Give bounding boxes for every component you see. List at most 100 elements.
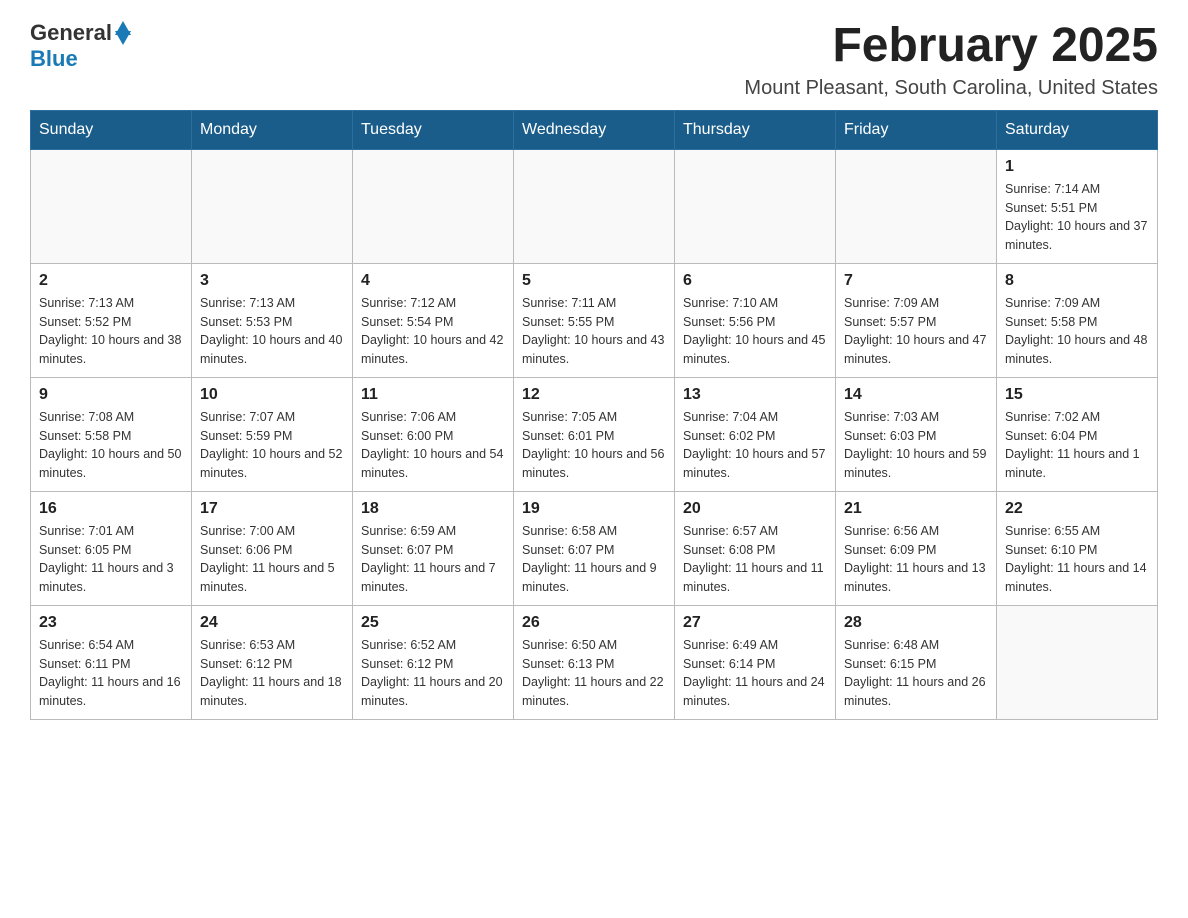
day-number: 17: [200, 500, 344, 518]
day-number: 16: [39, 500, 183, 518]
calendar-cell: 24Sunrise: 6:53 AM Sunset: 6:12 PM Dayli…: [192, 605, 353, 719]
day-info: Sunrise: 7:02 AM Sunset: 6:04 PM Dayligh…: [1005, 408, 1149, 483]
calendar-cell: 21 Sunrise: 6:56 AM Sunset: 6:09 PM Dayli…: [836, 491, 997, 605]
calendar-cell: 14Sunrise: 7:03 AM Sunset: 6:03 PM Dayli…: [836, 377, 997, 491]
calendar-cell: 3 Sunrise: 7:13 AM Sunset: 5:53 PM Daylig…: [192, 263, 353, 377]
logo: General Blue: [30, 20, 131, 72]
weekday-header-sunday: Sunday: [31, 110, 192, 149]
day-number: 26: [522, 614, 666, 632]
day-number: 5: [522, 272, 666, 290]
day-number: 15: [1005, 386, 1149, 404]
weekday-header-wednesday: Wednesday: [514, 110, 675, 149]
day-number: 3: [200, 272, 344, 290]
day-number: 10: [200, 386, 344, 404]
week-row-3: 9 Sunrise: 7:08 AM Sunset: 5:58 PM Daylig…: [31, 377, 1158, 491]
day-info: Sunrise: 6:56 AM Sunset: 6:09 PM Dayligh…: [844, 522, 988, 597]
day-info: Sunrise: 7:01 AM Sunset: 6:05 PM Dayligh…: [39, 522, 183, 597]
day-number: 13: [683, 386, 827, 404]
calendar-cell: 28Sunrise: 6:48 AM Sunset: 6:15 PM Dayli…: [836, 605, 997, 719]
week-row-4: 16 Sunrise: 7:01 AM Sunset: 6:05 PM Dayli…: [31, 491, 1158, 605]
calendar-cell: 5Sunrise: 7:11 AM Sunset: 5:55 PM Daylig…: [514, 263, 675, 377]
day-number: 12: [522, 386, 666, 404]
day-info: Sunrise: 6:49 AM Sunset: 6:14 PM Dayligh…: [683, 636, 827, 711]
calendar-cell: 27 Sunrise: 6:49 AM Sunset: 6:14 PM Dayli…: [675, 605, 836, 719]
day-info: Sunrise: 7:09 AM Sunset: 5:58 PM Dayligh…: [1005, 294, 1149, 369]
calendar-cell: 22Sunrise: 6:55 AM Sunset: 6:10 PM Dayli…: [997, 491, 1158, 605]
page-title: February 2025: [744, 20, 1158, 73]
calendar-cell: 25 Sunrise: 6:52 AM Sunset: 6:12 PM Dayli…: [353, 605, 514, 719]
day-info: Sunrise: 7:13 AM Sunset: 5:53 PM Dayligh…: [200, 294, 344, 369]
weekday-header-friday: Friday: [836, 110, 997, 149]
day-number: 20: [683, 500, 827, 518]
calendar-cell: 26 Sunrise: 6:50 AM Sunset: 6:13 PM Dayli…: [514, 605, 675, 719]
title-block: February 2025 Mount Pleasant, South Caro…: [744, 20, 1158, 100]
calendar-cell: 1 Sunrise: 7:14 AM Sunset: 5:51 PM Daylig…: [997, 149, 1158, 263]
calendar-cell: [836, 149, 997, 263]
calendar-cell: [997, 605, 1158, 719]
day-info: Sunrise: 7:07 AM Sunset: 5:59 PM Dayligh…: [200, 408, 344, 483]
page-header: General Blue February 2025 Mount Pleasan…: [30, 20, 1158, 100]
day-number: 23: [39, 614, 183, 632]
weekday-header-thursday: Thursday: [675, 110, 836, 149]
calendar-cell: 23 Sunrise: 6:54 AM Sunset: 6:11 PM Dayli…: [31, 605, 192, 719]
day-number: 19: [522, 500, 666, 518]
calendar-table: SundayMondayTuesdayWednesdayThursdayFrid…: [30, 110, 1158, 720]
week-row-2: 2 Sunrise: 7:13 AM Sunset: 5:52 PM Daylig…: [31, 263, 1158, 377]
day-number: 7: [844, 272, 988, 290]
day-info: Sunrise: 7:04 AM Sunset: 6:02 PM Dayligh…: [683, 408, 827, 483]
day-number: 27: [683, 614, 827, 632]
day-number: 24: [200, 614, 344, 632]
day-info: Sunrise: 7:14 AM Sunset: 5:51 PM Dayligh…: [1005, 180, 1149, 255]
calendar-cell: 18 Sunrise: 6:59 AM Sunset: 6:07 PM Dayli…: [353, 491, 514, 605]
day-number: 1: [1005, 158, 1149, 176]
day-info: Sunrise: 6:57 AM Sunset: 6:08 PM Dayligh…: [683, 522, 827, 597]
day-info: Sunrise: 7:00 AM Sunset: 6:06 PM Dayligh…: [200, 522, 344, 597]
calendar-cell: 7 Sunrise: 7:09 AM Sunset: 5:57 PM Daylig…: [836, 263, 997, 377]
calendar-cell: 19 Sunrise: 6:58 AM Sunset: 6:07 PM Dayli…: [514, 491, 675, 605]
day-number: 9: [39, 386, 183, 404]
day-info: Sunrise: 6:50 AM Sunset: 6:13 PM Dayligh…: [522, 636, 666, 711]
calendar-cell: 12 Sunrise: 7:05 AM Sunset: 6:01 PM Dayli…: [514, 377, 675, 491]
day-number: 8: [1005, 272, 1149, 290]
day-info: Sunrise: 7:10 AM Sunset: 5:56 PM Dayligh…: [683, 294, 827, 369]
week-row-1: 1 Sunrise: 7:14 AM Sunset: 5:51 PM Daylig…: [31, 149, 1158, 263]
day-info: Sunrise: 7:03 AM Sunset: 6:03 PM Dayligh…: [844, 408, 988, 483]
day-info: Sunrise: 7:05 AM Sunset: 6:01 PM Dayligh…: [522, 408, 666, 483]
logo-text-general: General: [30, 20, 112, 46]
day-info: Sunrise: 7:09 AM Sunset: 5:57 PM Dayligh…: [844, 294, 988, 369]
day-number: 21: [844, 500, 988, 518]
calendar-cell: 9 Sunrise: 7:08 AM Sunset: 5:58 PM Daylig…: [31, 377, 192, 491]
day-info: Sunrise: 6:59 AM Sunset: 6:07 PM Dayligh…: [361, 522, 505, 597]
calendar-cell: [192, 149, 353, 263]
calendar-cell: 2 Sunrise: 7:13 AM Sunset: 5:52 PM Daylig…: [31, 263, 192, 377]
day-info: Sunrise: 6:58 AM Sunset: 6:07 PM Dayligh…: [522, 522, 666, 597]
calendar-cell: 4 Sunrise: 7:12 AM Sunset: 5:54 PM Daylig…: [353, 263, 514, 377]
weekday-header-row: SundayMondayTuesdayWednesdayThursdayFrid…: [31, 110, 1158, 149]
calendar-cell: 15 Sunrise: 7:02 AM Sunset: 6:04 PM Dayli…: [997, 377, 1158, 491]
calendar-cell: [353, 149, 514, 263]
calendar-cell: 8 Sunrise: 7:09 AM Sunset: 5:58 PM Daylig…: [997, 263, 1158, 377]
calendar-cell: 17 Sunrise: 7:00 AM Sunset: 6:06 PM Dayli…: [192, 491, 353, 605]
calendar-cell: 16 Sunrise: 7:01 AM Sunset: 6:05 PM Dayli…: [31, 491, 192, 605]
logo-text-blue: Blue: [30, 46, 78, 72]
day-number: 2: [39, 272, 183, 290]
day-number: 6: [683, 272, 827, 290]
day-info: Sunrise: 7:08 AM Sunset: 5:58 PM Dayligh…: [39, 408, 183, 483]
calendar-cell: [31, 149, 192, 263]
weekday-header-tuesday: Tuesday: [353, 110, 514, 149]
weekday-header-monday: Monday: [192, 110, 353, 149]
day-info: Sunrise: 6:54 AM Sunset: 6:11 PM Dayligh…: [39, 636, 183, 711]
calendar-cell: 10 Sunrise: 7:07 AM Sunset: 5:59 PM Dayli…: [192, 377, 353, 491]
day-info: Sunrise: 7:13 AM Sunset: 5:52 PM Dayligh…: [39, 294, 183, 369]
day-number: 18: [361, 500, 505, 518]
calendar-cell: 6 Sunrise: 7:10 AM Sunset: 5:56 PM Daylig…: [675, 263, 836, 377]
day-info: Sunrise: 7:12 AM Sunset: 5:54 PM Dayligh…: [361, 294, 505, 369]
day-number: 25: [361, 614, 505, 632]
calendar-cell: [514, 149, 675, 263]
day-number: 4: [361, 272, 505, 290]
day-info: Sunrise: 7:06 AM Sunset: 6:00 PM Dayligh…: [361, 408, 505, 483]
calendar-cell: 11 Sunrise: 7:06 AM Sunset: 6:00 PM Dayli…: [353, 377, 514, 491]
day-number: 22: [1005, 500, 1149, 518]
day-info: Sunrise: 6:52 AM Sunset: 6:12 PM Dayligh…: [361, 636, 505, 711]
day-number: 11: [361, 386, 505, 404]
